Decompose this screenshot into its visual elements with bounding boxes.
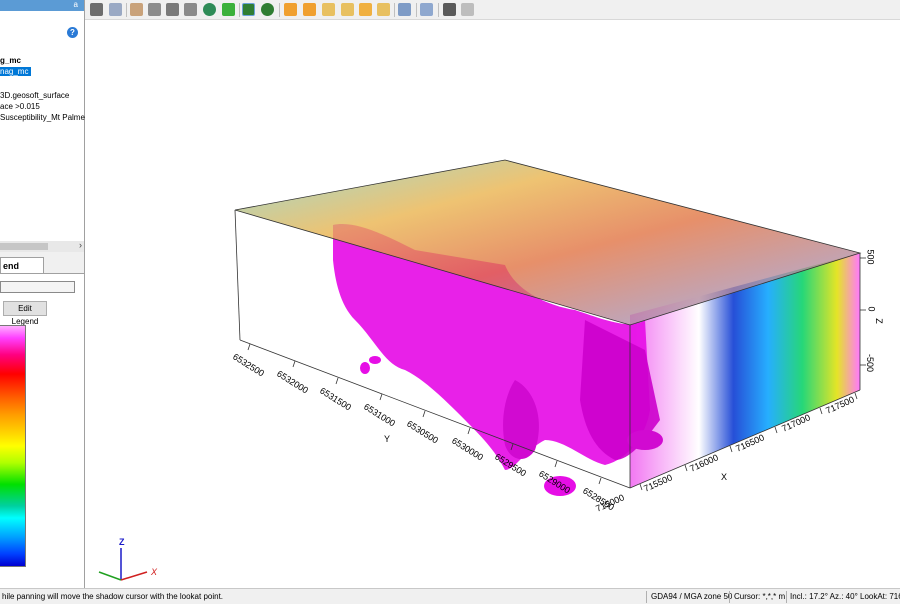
z-tick-label: 500 <box>865 249 876 265</box>
status-crs: GDA94 / MGA zone 50 <box>651 592 733 601</box>
panel-titlebar[interactable]: a <box>0 0 84 11</box>
tab-legend[interactable]: end <box>0 257 44 274</box>
tree-item-surface[interactable]: 3D.geosoft_surface <box>0 91 69 100</box>
legend-color-bar <box>0 325 26 567</box>
magenta-blob-2 <box>627 430 663 450</box>
magenta-blob-3 <box>369 356 381 364</box>
status-cursor: Cursor: *,*,* m <box>734 592 786 601</box>
edit-legend-button[interactable]: Edit Legend <box>3 301 47 326</box>
cube-bottom-icon[interactable] <box>377 3 390 16</box>
z-tick-label: -500 <box>865 353 876 373</box>
camera-icon[interactable] <box>443 3 456 16</box>
zoom-icon[interactable] <box>148 3 161 16</box>
scrollbar-thumb[interactable] <box>0 243 48 250</box>
tree-item-group[interactable]: g_mc <box>0 56 21 65</box>
scroll-right-icon[interactable]: › <box>79 240 82 250</box>
status-view: Incl.: 17.2° Az.: 40° LookAt: 716125 <box>790 592 900 601</box>
x-axis-title: X <box>721 472 728 482</box>
gizmo-x-label: X <box>151 567 158 577</box>
fit-icon[interactable] <box>222 3 235 16</box>
3d-viewport[interactable]: 6532500 6532000 6531500 6531000 6530500 … <box>85 20 900 588</box>
cube-right-icon[interactable] <box>341 3 354 16</box>
status-bar: hile panning will move the shadow cursor… <box>0 588 900 604</box>
panel-title: a <box>73 0 78 9</box>
cube-front-icon[interactable] <box>284 3 297 16</box>
pan-icon[interactable] <box>90 3 103 16</box>
tree-item-isosurface[interactable]: ace >0.015 <box>0 102 40 111</box>
project-explorer-panel: a ? g_mc nag_mc 3D.geosoft_surface ace >… <box>0 0 104 588</box>
legend-field[interactable] <box>0 281 75 293</box>
help-icon[interactable]: ? <box>67 27 78 38</box>
status-message: hile panning will move the shadow cursor… <box>2 592 224 601</box>
view-icon[interactable] <box>261 3 274 16</box>
globe-icon[interactable] <box>203 3 216 16</box>
cube-left-icon[interactable] <box>322 3 335 16</box>
clip-icon[interactable] <box>420 3 433 16</box>
axis-gizmo <box>98 548 148 581</box>
hand-icon[interactable] <box>130 3 143 16</box>
cube-iso-icon[interactable] <box>398 3 411 16</box>
viewer-toolbar <box>85 0 900 20</box>
magenta-blob-4 <box>360 362 370 374</box>
cube-back-icon[interactable] <box>303 3 316 16</box>
tree-item-selected[interactable]: nag_mc <box>0 67 32 76</box>
z-axis-title: Z <box>873 318 884 324</box>
legend-panel: Edit Legend <box>0 273 84 588</box>
tree-horizontal-scrollbar[interactable]: › <box>0 240 84 252</box>
y-axis-title: Y <box>384 434 391 444</box>
grid-icon[interactable] <box>461 3 474 16</box>
zoom-box-icon[interactable] <box>184 3 197 16</box>
gizmo-z-label: Z <box>119 537 125 547</box>
view-toggle-icon[interactable] <box>242 3 255 16</box>
snapshot-icon[interactable] <box>109 3 122 16</box>
project-tree[interactable]: ? g_mc nag_mc 3D.geosoft_surface ace >0.… <box>0 11 104 241</box>
voxel-scene[interactable] <box>85 20 900 588</box>
rotate-icon[interactable] <box>166 3 179 16</box>
cube-top-icon[interactable] <box>359 3 372 16</box>
z-tick-label: 0 <box>866 306 877 312</box>
